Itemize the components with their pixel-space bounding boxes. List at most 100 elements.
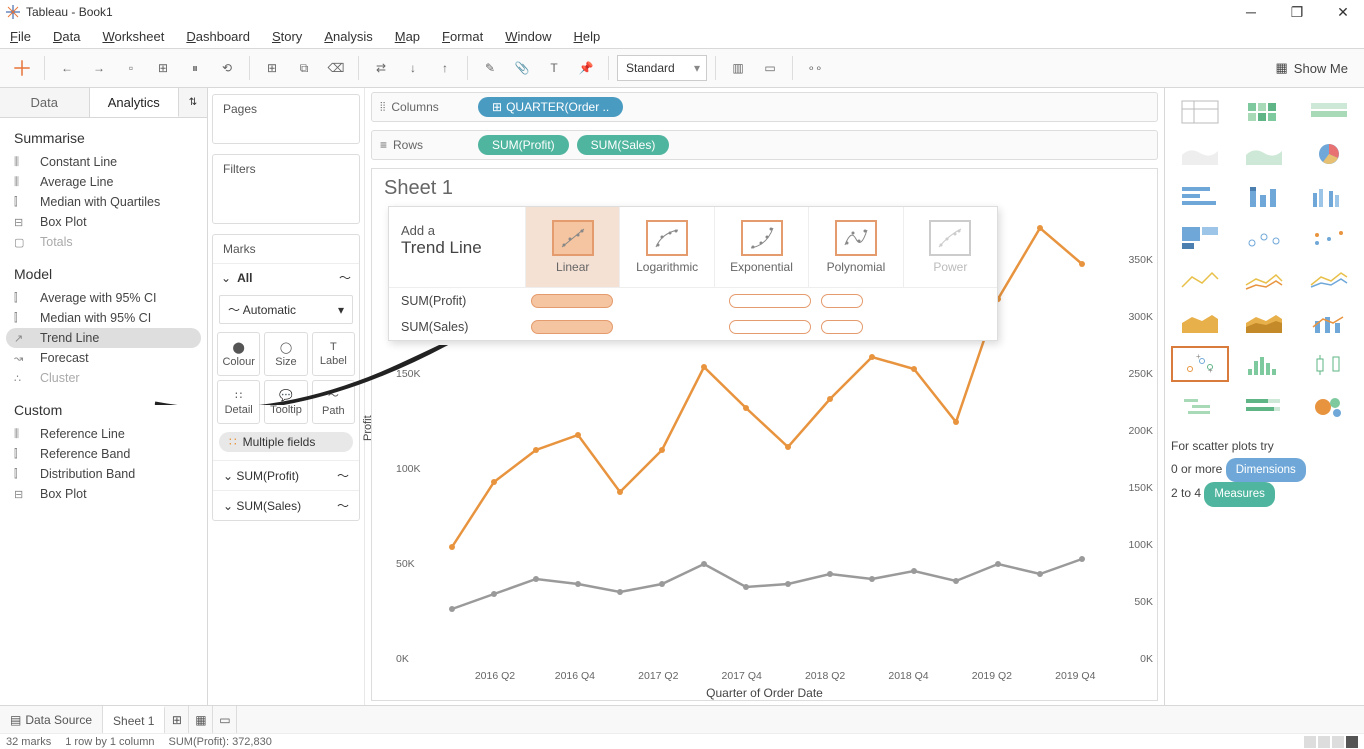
menu-window[interactable]: Window xyxy=(505,29,551,44)
chart-area-disc[interactable] xyxy=(1235,304,1293,340)
pages-shelf[interactable]: Pages xyxy=(212,94,360,144)
attach-icon[interactable]: 📎 xyxy=(508,54,536,82)
avg-ci-item[interactable]: ⫿Average with 95% CI xyxy=(6,288,201,308)
ref-line-item[interactable]: ⫼Reference Line xyxy=(6,424,201,444)
columns-shelf[interactable]: ⦙⦙Columns ⊞ QUARTER(Order .. xyxy=(371,92,1158,122)
chart-bullet[interactable] xyxy=(1235,388,1293,424)
chart-dual-combo[interactable] xyxy=(1300,304,1358,340)
tableau-icon[interactable] xyxy=(8,54,36,82)
menu-story[interactable]: Story xyxy=(272,29,302,44)
sort-asc-icon[interactable]: ↓ xyxy=(399,54,427,82)
trend-exp-option[interactable]: Exponential xyxy=(714,207,808,287)
new-data-icon[interactable]: ⊞ xyxy=(149,54,177,82)
text-icon[interactable]: T xyxy=(540,54,568,82)
sheet-title[interactable]: Sheet 1 xyxy=(384,177,453,200)
median-quartiles-item[interactable]: ⫿Median with Quartiles xyxy=(6,192,201,212)
chart-heatmap[interactable] xyxy=(1235,94,1293,130)
trend-profit-exp[interactable] xyxy=(729,294,811,308)
chart-line-cont[interactable] xyxy=(1171,262,1229,298)
sales-pill[interactable]: SUM(Sales) xyxy=(577,135,670,155)
marks-profit-row[interactable]: ⌄ SUM(Profit)～ xyxy=(213,460,359,490)
new-dashboard-button[interactable]: ▦ xyxy=(189,706,213,733)
trend-log-option[interactable]: Logarithmic xyxy=(619,207,713,287)
box-plot-item[interactable]: ⊟Box Plot xyxy=(6,212,201,232)
menu-file[interactable]: File xyxy=(10,29,31,44)
size-cell[interactable]: ◯Size xyxy=(264,332,307,376)
highlight-icon[interactable]: ✎ xyxy=(476,54,504,82)
menu-analysis[interactable]: Analysis xyxy=(324,29,372,44)
trend-poly-option[interactable]: Polynomial xyxy=(808,207,902,287)
chart-histogram[interactable] xyxy=(1235,346,1293,382)
trend-line-item[interactable]: ↗Trend Line xyxy=(6,328,201,348)
menu-map[interactable]: Map xyxy=(395,29,420,44)
swap-icon[interactable]: ⇄ xyxy=(367,54,395,82)
chart-line-disc[interactable] xyxy=(1235,262,1293,298)
pause-icon[interactable]: ⏸ xyxy=(181,54,209,82)
chart-hbar[interactable] xyxy=(1171,178,1229,214)
analytics-tab[interactable]: Analytics xyxy=(90,88,180,117)
trend-profit-poly[interactable] xyxy=(821,294,863,308)
menu-help[interactable]: Help xyxy=(573,29,600,44)
chart-circle-views[interactable] xyxy=(1235,220,1293,256)
pin-icon[interactable]: 📌 xyxy=(572,54,600,82)
trend-sales-linear[interactable] xyxy=(531,320,613,334)
trend-sales-poly[interactable] xyxy=(821,320,863,334)
trend-profit-linear[interactable] xyxy=(531,294,613,308)
chart-side-bar[interactable] xyxy=(1300,178,1358,214)
chart-gantt[interactable] xyxy=(1171,388,1229,424)
redo-icon[interactable]: → xyxy=(85,54,113,82)
menu-worksheet[interactable]: Worksheet xyxy=(102,29,164,44)
rows-shelf[interactable]: ≡Rows SUM(Profit) SUM(Sales) xyxy=(371,130,1158,160)
path-cell[interactable]: ～Path xyxy=(312,380,355,424)
mark-type-dropdown[interactable]: ～ Automatic▾ xyxy=(219,295,353,324)
clear-icon[interactable]: ⌫ xyxy=(322,54,350,82)
chart-boxplot[interactable] xyxy=(1300,346,1358,382)
median-ci-item[interactable]: ⫿Median with 95% CI xyxy=(6,308,201,328)
filters-shelf[interactable]: Filters xyxy=(212,154,360,224)
chart-dual-line[interactable] xyxy=(1300,262,1358,298)
multiple-fields-pill[interactable]: ∷Multiple fields xyxy=(219,432,353,452)
profit-pill[interactable]: SUM(Profit) xyxy=(478,135,569,155)
ref-band-item[interactable]: ⫿Reference Band xyxy=(6,444,201,464)
chart-map-filled[interactable] xyxy=(1235,136,1293,172)
new-story-button[interactable]: ▭ xyxy=(213,706,237,733)
chart-side-circle[interactable] xyxy=(1300,220,1358,256)
menu-dashboard[interactable]: Dashboard xyxy=(186,29,250,44)
sheet1-tab[interactable]: Sheet 1 xyxy=(103,706,165,733)
chart-text-table[interactable] xyxy=(1171,94,1229,130)
chart-packed-bubbles[interactable] xyxy=(1300,388,1358,424)
chart-area-cont[interactable] xyxy=(1171,304,1229,340)
trend-linear-option[interactable]: Linear xyxy=(525,207,619,287)
fit-dropdown[interactable]: Standard xyxy=(617,55,707,81)
show-me-button[interactable]: ▦ Show Me xyxy=(1268,56,1357,80)
average-line-item[interactable]: ⫼Average Line xyxy=(6,172,201,192)
label-cell[interactable]: TLabel xyxy=(312,332,355,376)
data-source-tab[interactable]: ▤Data Source xyxy=(0,706,103,733)
refresh-icon[interactable]: ⟲ xyxy=(213,54,241,82)
chart-treemap[interactable] xyxy=(1171,220,1229,256)
duplicate-icon[interactable]: ⧉ xyxy=(290,54,318,82)
chart-scatter[interactable]: ++ xyxy=(1171,346,1229,382)
maximize-button[interactable]: ❐ xyxy=(1282,2,1312,22)
chart-stacked-bar[interactable] xyxy=(1235,178,1293,214)
sort-icon[interactable]: ⇅ xyxy=(179,88,207,117)
show-cards-icon[interactable]: ▥ xyxy=(724,54,752,82)
new-sheet-button[interactable]: ⊞ xyxy=(165,706,189,733)
quarter-pill[interactable]: ⊞ QUARTER(Order .. xyxy=(478,97,623,117)
colour-cell[interactable]: ⬤Colour xyxy=(217,332,260,376)
marks-all[interactable]: ⌄All～ xyxy=(213,263,359,291)
forecast-item[interactable]: ↝Forecast xyxy=(6,348,201,368)
chart-map-symbol[interactable] xyxy=(1171,136,1229,172)
box-plot-custom-item[interactable]: ⊟Box Plot xyxy=(6,484,201,504)
undo-icon[interactable]: ← xyxy=(53,54,81,82)
menu-format[interactable]: Format xyxy=(442,29,483,44)
minimize-button[interactable]: ─ xyxy=(1236,2,1266,22)
marks-sales-row[interactable]: ⌄ SUM(Sales)～ xyxy=(213,490,359,520)
constant-line-item[interactable]: ⫼Constant Line xyxy=(6,152,201,172)
save-icon[interactable]: ▫ xyxy=(117,54,145,82)
tooltip-cell[interactable]: 💬Tooltip xyxy=(264,380,307,424)
new-worksheet-icon[interactable]: ⊞ xyxy=(258,54,286,82)
data-tab[interactable]: Data xyxy=(0,88,90,117)
chart-pie[interactable] xyxy=(1300,136,1358,172)
share-icon[interactable]: ∘∘ xyxy=(801,54,829,82)
